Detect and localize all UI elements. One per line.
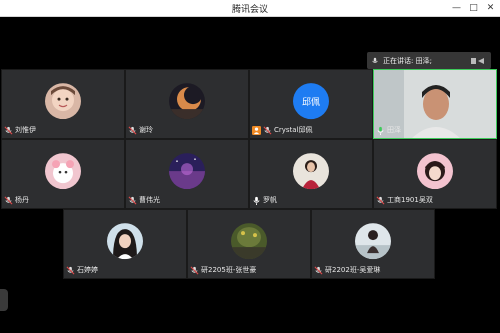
participant-name: 杨丹 xyxy=(15,196,29,204)
avatar xyxy=(169,153,205,190)
participant-nametag: 工商1901吴双 xyxy=(376,194,433,206)
participant-name: 研2205班-张世豪 xyxy=(201,266,257,274)
participant-tile[interactable]: 曹伟光 xyxy=(125,139,249,209)
layout-toggle-icon[interactable] xyxy=(471,57,485,65)
participant-tile[interactable]: 杨丹 xyxy=(1,139,125,209)
maximize-button[interactable]: □ xyxy=(467,2,480,14)
participant-tile[interactable]: 罗帆 xyxy=(249,139,373,209)
avatar xyxy=(169,83,205,120)
participant-name: 曹伟光 xyxy=(139,196,160,204)
avatar xyxy=(417,153,453,190)
participant-name: 工商1901吴双 xyxy=(387,196,433,204)
participant-nametag: 研2202班-吴爱琳 xyxy=(314,264,380,276)
participant-name: 研2202班-吴爱琳 xyxy=(325,266,381,274)
participant-nametag: 刘惟伊 xyxy=(4,124,36,136)
avatar xyxy=(355,223,391,260)
mic-muted-icon xyxy=(4,196,13,204)
participant-nametag: 石婷婷 xyxy=(66,264,98,276)
mic-muted-icon xyxy=(128,126,137,134)
window-titlebar: 腾讯会议 — □ ✕ xyxy=(0,0,500,17)
mic-muted-icon xyxy=(4,126,13,134)
avatar xyxy=(45,83,81,120)
participant-tile-active-video[interactable]: 田泽 xyxy=(373,69,497,139)
avatar-initials: 邱佩 xyxy=(301,97,320,108)
mic-muted-icon xyxy=(263,126,272,134)
participant-tile[interactable]: 邱佩 Crystal邱佩 xyxy=(249,69,373,139)
side-panel-handle[interactable] xyxy=(0,289,8,311)
participant-nametag: Crystal邱佩 xyxy=(252,124,313,136)
window-title: 腾讯会议 xyxy=(231,5,268,15)
participant-tile[interactable]: 谢玲 xyxy=(125,69,249,139)
participant-nametag: 杨丹 xyxy=(4,194,29,206)
participant-tile[interactable]: 石婷婷 xyxy=(63,209,187,279)
participant-nametag: 谢玲 xyxy=(128,124,153,136)
avatar: 邱佩 xyxy=(293,83,329,120)
participant-name: 田泽 xyxy=(387,126,401,134)
avatar xyxy=(45,153,81,190)
close-button[interactable]: ✕ xyxy=(484,2,497,14)
participant-nametag: 罗帆 xyxy=(252,194,277,206)
participant-tile[interactable]: 研2205班-张世豪 xyxy=(187,209,311,279)
minimize-button[interactable]: — xyxy=(450,2,463,14)
mic-muted-icon xyxy=(314,266,323,274)
avatar xyxy=(293,153,329,190)
avatar xyxy=(107,223,143,260)
participant-name: Crystal邱佩 xyxy=(274,126,313,134)
mic-muted-icon xyxy=(128,196,137,204)
mic-icon xyxy=(372,57,378,63)
mic-muted-icon xyxy=(190,266,199,274)
participant-nametag: 田泽 xyxy=(376,124,401,136)
mic-muted-icon xyxy=(376,196,385,204)
host-badge-icon xyxy=(252,125,261,135)
participant-name: 罗帆 xyxy=(263,196,277,204)
speaking-label: 正在讲话: 田泽; xyxy=(383,56,432,65)
speaking-indicator: 正在讲话: 田泽; xyxy=(367,52,491,69)
mic-muted-icon xyxy=(66,266,75,274)
mic-active-icon xyxy=(253,196,260,205)
participant-tile[interactable]: 研2202班-吴爱琳 xyxy=(311,209,435,279)
participant-tile[interactable]: 工商1901吴双 xyxy=(373,139,497,209)
participant-nametag: 曹伟光 xyxy=(128,194,160,206)
avatar xyxy=(231,223,267,260)
participant-tile[interactable]: 刘惟伊 xyxy=(1,69,125,139)
participant-name: 刘惟伊 xyxy=(15,126,36,134)
participant-nametag: 研2205班-张世豪 xyxy=(190,264,256,276)
participant-name: 石婷婷 xyxy=(77,266,98,274)
mic-active-icon xyxy=(377,126,384,135)
participant-name: 谢玲 xyxy=(139,126,153,134)
